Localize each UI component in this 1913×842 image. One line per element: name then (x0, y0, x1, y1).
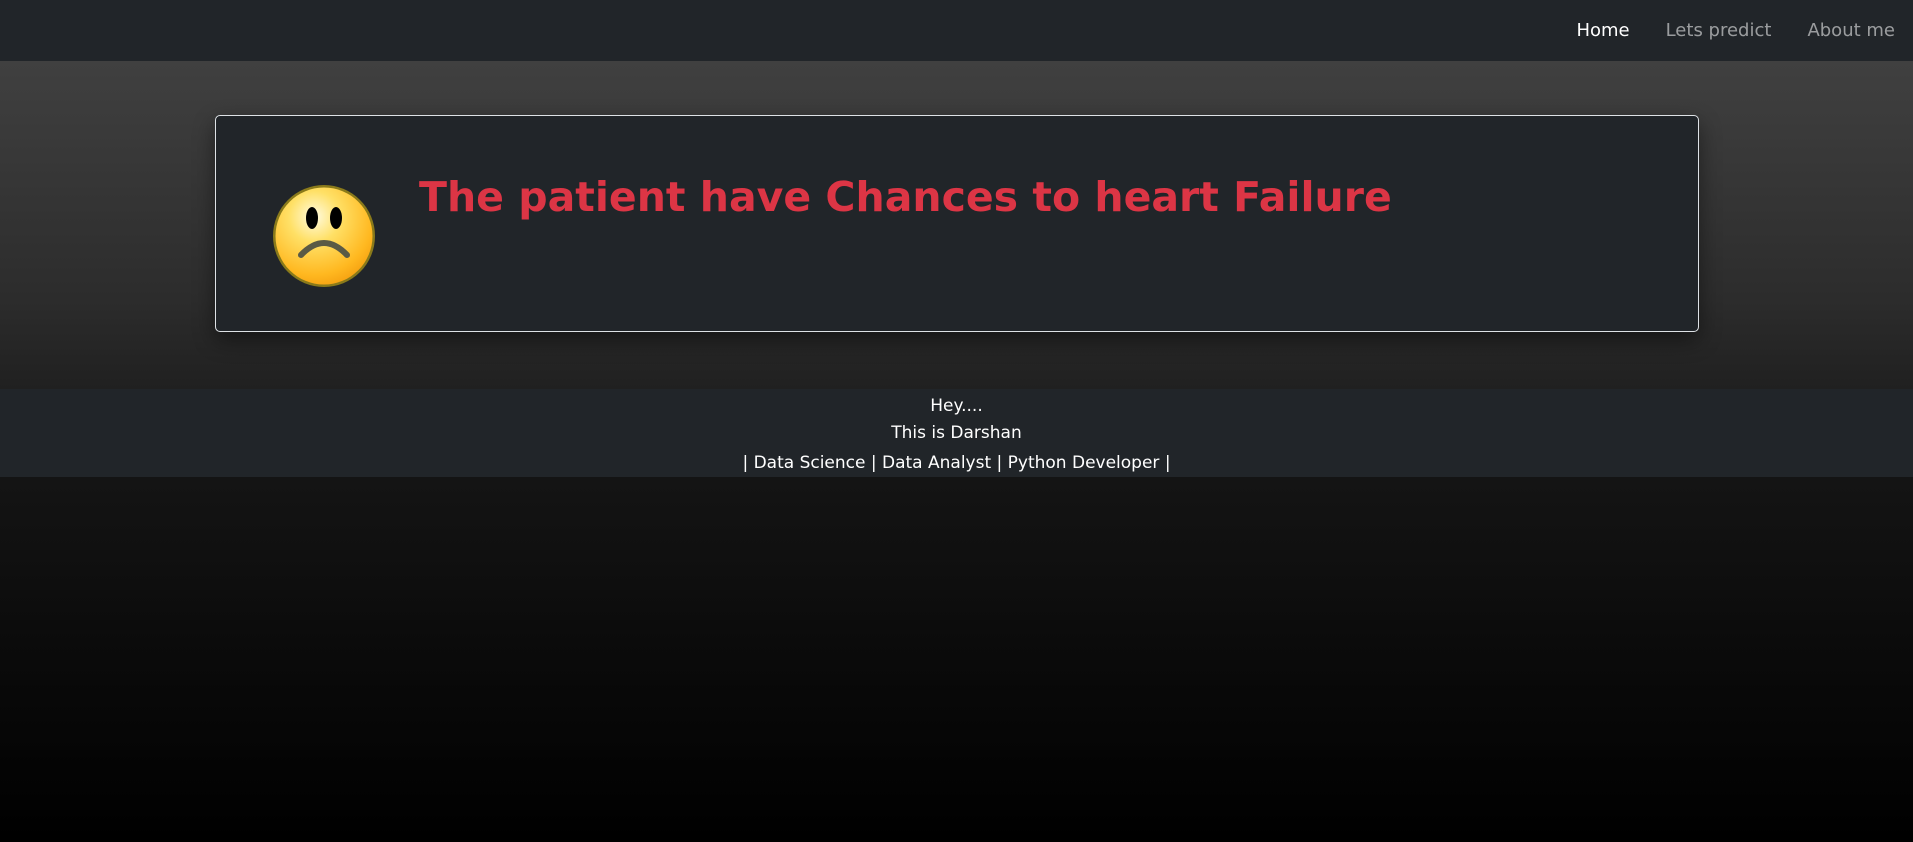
footer-greeting: Hey.... (930, 396, 983, 416)
nav-home-link[interactable]: Home (1576, 20, 1629, 41)
footer: Hey.... This is Darshan | Data Science |… (0, 389, 1913, 477)
prediction-result-message: The patient have Chances to heart Failur… (419, 173, 1392, 221)
sad-face-icon (273, 185, 375, 287)
footer-roles: | Data Science | Data Analyst | Python D… (742, 453, 1171, 473)
nav-about-me-link[interactable]: About me (1807, 20, 1895, 41)
nav-lets-predict-link[interactable]: Lets predict (1666, 20, 1772, 41)
top-navbar: Home Lets predict About me (0, 0, 1913, 61)
footer-intro: This is Darshan (891, 423, 1022, 443)
prediction-result-card: The patient have Chances to heart Failur… (215, 115, 1699, 332)
